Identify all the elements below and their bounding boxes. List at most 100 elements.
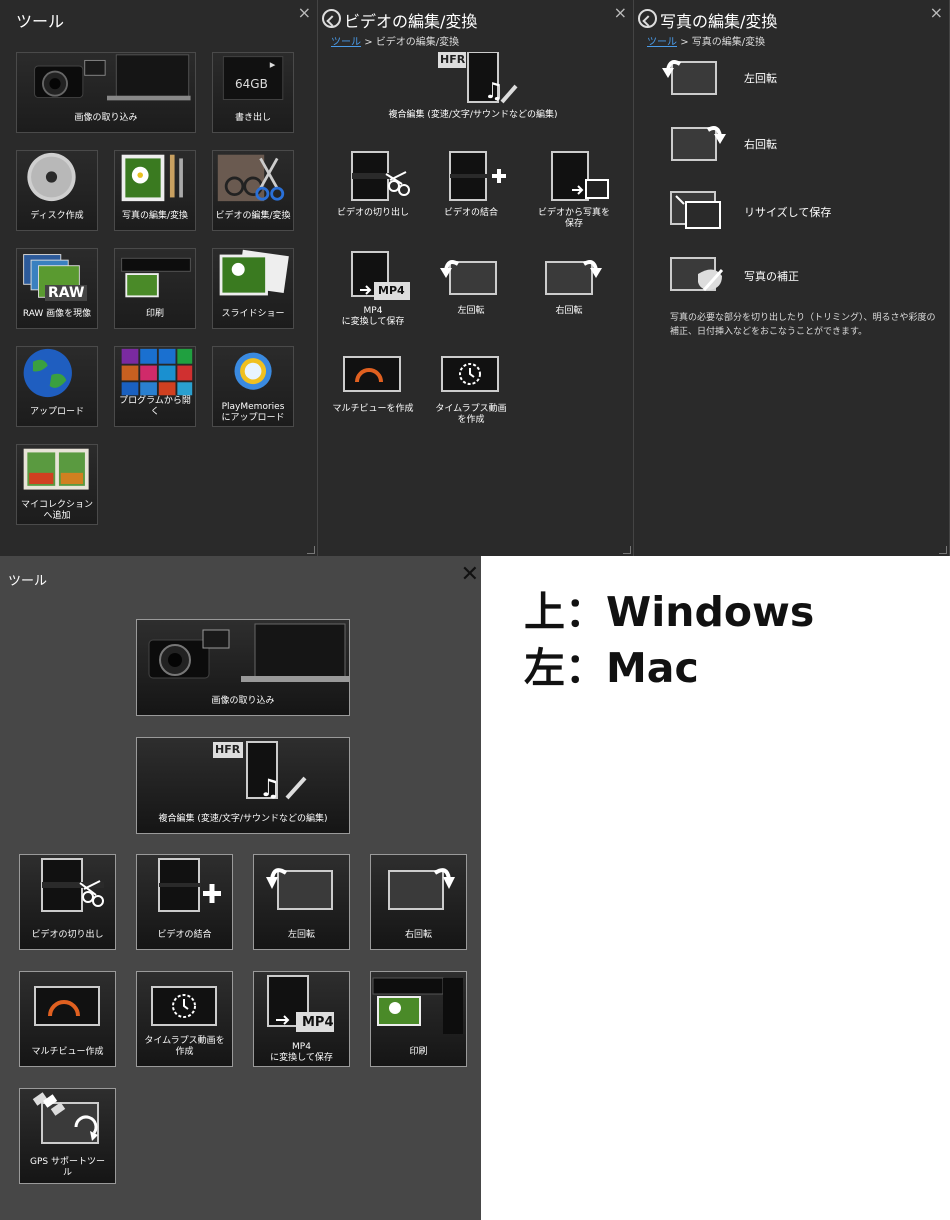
film-plus-icon [158,858,221,912]
mac-tile-import-images[interactable]: 画像の取り込み [136,619,350,716]
photo-item-label: 右回転 [744,138,777,151]
windows-tools-panel: ツール × 画像の取り込み 64GB 書き出し ディスク作成 写真の編集/変換 … [0,0,318,556]
mac-tile-rotate-right[interactable]: 右回転 [370,854,467,950]
photo-correction-button[interactable]: 写真の補正 [670,254,920,298]
function-label: 左回転 [457,306,485,316]
slideshow-icon [219,249,289,296]
close-icon[interactable]: ✕ [461,562,479,587]
multiview-icon [343,356,401,392]
tile-label: ビデオの編集/変換 [215,211,291,221]
tile-label: 写真の編集/変換 [121,211,189,221]
tile-label: 書き出し [234,113,271,123]
close-icon[interactable]: × [298,3,311,22]
globe-icon [23,348,72,398]
windows-photo-edit-panel: 写真の編集/変換 × ツール > 写真の編集/変換 左回転 右回転 リサイズして… [634,0,950,556]
camera-laptop-icon [148,623,349,682]
photo-resize-button[interactable]: リサイズして保存 [670,190,920,234]
tile-disc[interactable]: ディスク作成 [16,150,98,231]
playmemories-icon [234,352,272,390]
breadcrumb-current: ビデオの編集/変換 [375,37,460,48]
tile-label: スライドショー [221,309,285,319]
tile-photo-edit[interactable]: 写真の編集/変換 [114,150,196,231]
tile-label: ビデオの切り出し [31,930,104,940]
mac-tile-print[interactable]: 印刷 [370,971,467,1067]
multiview-icon [34,986,100,1026]
function-label: タイムラプス動画 を作成 [435,404,507,425]
function-label: 複合編集 (変速/文字/サウンドなどの編集) [388,110,558,120]
close-icon[interactable]: × [614,3,627,22]
hfr-badge: HFR [215,743,241,756]
tile-label: RAW 画像を現像 [22,309,92,319]
tile-label: タイムラプス動画を 作成 [144,1036,225,1057]
convert-mp4-button[interactable]: MP4 MP4 に変換して保存 [328,250,418,330]
breadcrumb-root-link[interactable]: ツール [647,37,677,48]
raw-badge: RAW [45,285,88,301]
tile-label: アップロード [29,407,84,417]
multiview-button[interactable]: マルチビューを作成 [328,356,418,416]
function-label: MP4 に変換して保存 [341,306,405,327]
tile-export[interactable]: 64GB 書き出し [212,52,294,133]
tile-import-images[interactable]: 画像の取り込み [16,52,196,133]
resize-icon [670,191,721,229]
back-arrow-icon[interactable] [322,9,341,28]
breadcrumb-separator: > [680,37,689,48]
photo-description: 写真の必要な部分を切り出したり（トリミング）、明るさや彩度の補正、日付挿入などを… [670,313,936,337]
rotate-right-icon [388,868,455,910]
photo-rotate-right-button[interactable]: 右回転 [670,122,920,166]
timelapse-icon [151,986,217,1026]
tile-label: 右回転 [404,930,432,940]
function-label: マルチビューを作成 [332,404,414,414]
mac-tile-rotate-left[interactable]: 左回転 [253,854,350,950]
video-trim-button[interactable]: ビデオの切り出し [328,150,418,220]
resize-grip[interactable] [939,546,947,554]
mp4-badge: MP4 [302,1015,334,1030]
hfr-badge: HFR [440,53,466,66]
note-line-windows: 上：Windows [524,588,815,636]
mac-tile-convert-mp4[interactable]: MP4 MP4 に変換して保存 [253,971,350,1067]
tile-raw[interactable]: RAW RAW 画像を現像 [16,248,98,329]
tile-upload[interactable]: アップロード [16,346,98,427]
function-label: ビデオの結合 [443,208,498,218]
breadcrumb-root-link[interactable]: ツール [331,37,361,48]
video-join-button[interactable]: ビデオの結合 [426,150,516,220]
resize-grip[interactable] [307,546,315,554]
photo-edit-icon [121,154,183,202]
printer-icon [372,977,463,1034]
rotate-left-button[interactable]: 左回転 [426,250,516,320]
tile-playmemories-upload[interactable]: PlayMemories にアップロード [212,346,294,427]
breadcrumb-separator: > [364,37,373,48]
function-label: ビデオから写真を 保存 [537,208,610,229]
mac-tile-multiview[interactable]: マルチビュー作成 [19,971,116,1067]
function-label: ビデオの切り出し [336,208,409,218]
photo-rotate-left-button[interactable]: 左回転 [662,56,920,100]
printer-icon [121,257,191,298]
tile-open-with-program[interactable]: プログラムから開く [114,346,196,427]
rotate-left-icon [440,260,497,295]
close-icon[interactable]: × [930,3,943,22]
tile-slideshow[interactable]: スライドショー [212,248,294,329]
timelapse-button[interactable]: タイムラプス動画 を作成 [426,356,516,426]
app-tiles-icon [121,348,193,396]
rotate-right-button[interactable]: 右回転 [524,250,614,320]
mac-tile-timelapse[interactable]: タイムラプス動画を 作成 [136,971,233,1067]
scissors-film-icon [41,858,104,912]
mac-tools-panel: ツール ✕ 画像の取り込み ♫ HFR 複合編集 (変速/文字/サウンドなどの編… [0,556,481,1220]
tile-print[interactable]: 印刷 [114,248,196,329]
tile-label: 左回転 [287,930,315,940]
tile-video-edit[interactable]: ビデオの編集/変換 [212,150,294,231]
tile-label: 複合編集 (変速/文字/サウンドなどの編集) [158,814,328,824]
photo-item-label: リサイズして保存 [744,206,832,219]
panel-title: ビデオの編集/変換 [344,12,478,31]
windows-video-edit-panel: ビデオの編集/変換 × ツール > ビデオの編集/変換 ♫ HFR 複合編集 (… [318,0,634,556]
tile-label: 印刷 [409,1047,428,1057]
mac-tile-gps-support[interactable]: GPS サポートツー ル [19,1088,116,1184]
resize-grip[interactable] [623,546,631,554]
video-to-photo-button[interactable]: ビデオから写真を 保存 [524,150,624,230]
composite-edit-button[interactable]: ♫ HFR 複合編集 (変速/文字/サウンドなどの編集) [368,52,578,122]
mac-tile-video-join[interactable]: ビデオの結合 [136,854,233,950]
mac-tile-video-trim[interactable]: ビデオの切り出し [19,854,116,950]
back-arrow-icon[interactable] [638,9,657,28]
mac-tile-composite-edit[interactable]: ♫ HFR 複合編集 (変速/文字/サウンドなどの編集) [136,737,350,834]
tile-add-to-collection[interactable]: マイコレクション へ追加 [16,444,98,525]
rotate-right-icon [545,260,602,295]
